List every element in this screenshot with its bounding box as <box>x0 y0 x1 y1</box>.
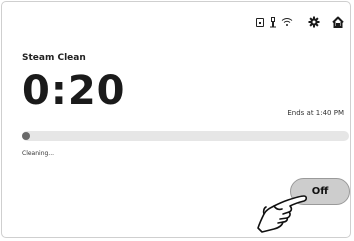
end-time-label: Ends at 1:40 PM <box>287 109 344 117</box>
gear-icon[interactable] <box>308 16 320 28</box>
time-remaining: 0:20 <box>22 68 126 114</box>
pointing-hand-icon <box>257 195 308 233</box>
cycle-mode-label: Steam Clean <box>22 53 86 63</box>
progress-track <box>22 131 349 141</box>
wifi-icon <box>281 18 293 26</box>
home-icon[interactable] <box>332 16 344 28</box>
cycle-status-text: Cleaning... <box>22 150 55 157</box>
probe-icon <box>270 16 276 27</box>
oven-display-panel: Steam Clean 0:20 Ends at 1:40 PM Cleanin… <box>1 1 351 238</box>
lock-icon <box>256 17 264 27</box>
progress-indicator <box>22 132 30 140</box>
status-bar <box>256 15 344 29</box>
